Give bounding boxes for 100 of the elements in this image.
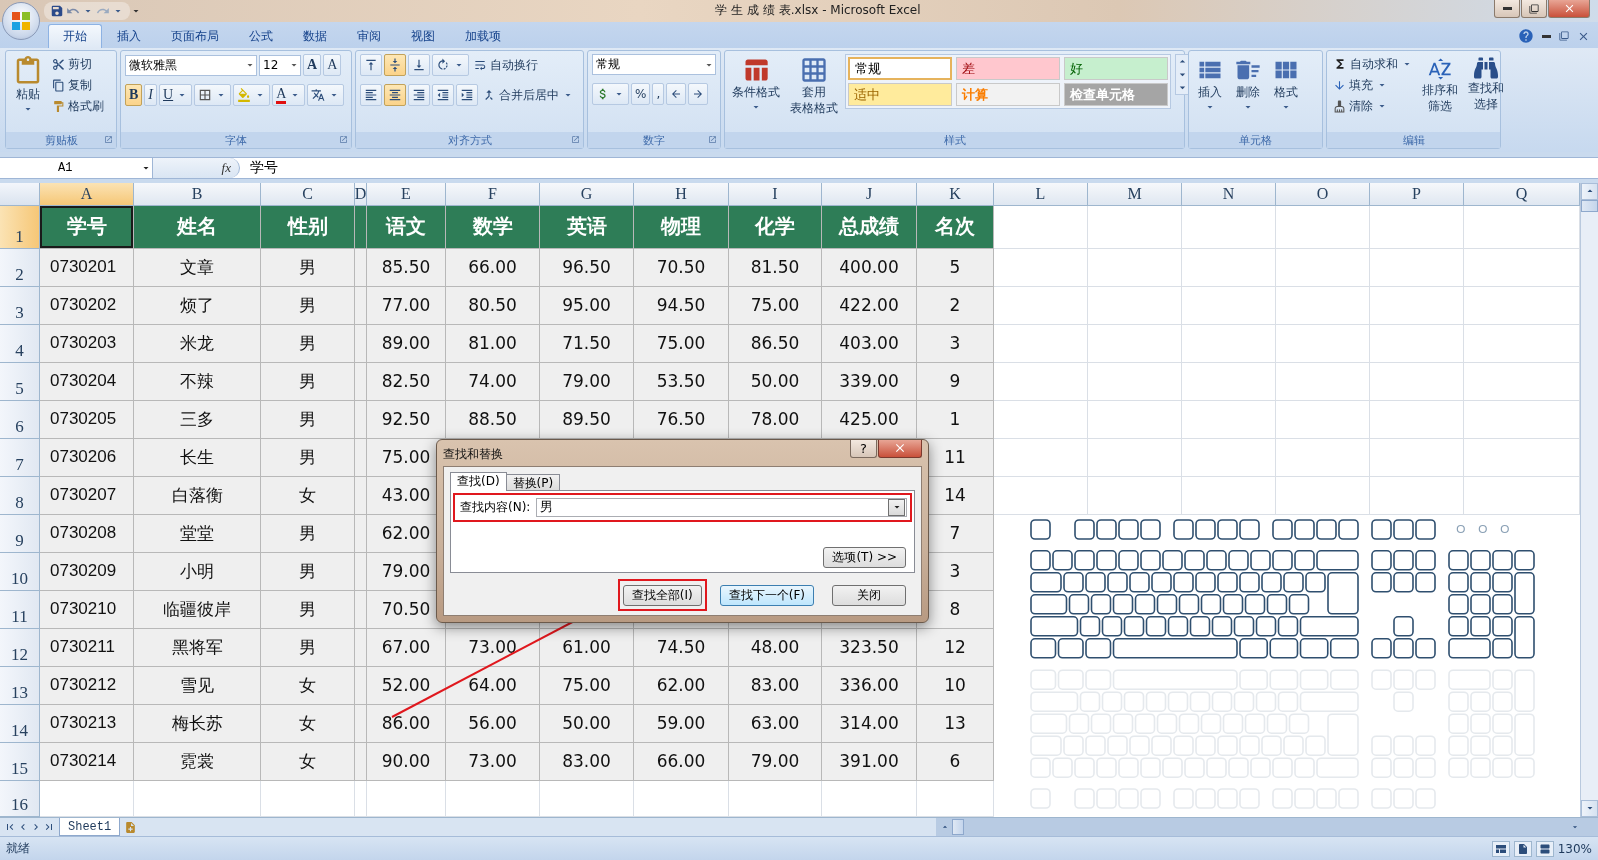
minimize-button[interactable] [1494,0,1520,18]
column-header[interactable]: B [134,182,261,206]
column-header[interactable]: J [822,182,917,206]
row-header[interactable]: 7 [0,438,40,477]
ribbon-tab[interactable]: 公式 [234,24,288,49]
font-color-button[interactable]: A [272,84,306,107]
column-header[interactable]: O [1276,182,1370,206]
row-header[interactable]: 3 [0,286,40,325]
font-name-field[interactable]: 微软雅黑 [125,54,257,76]
orientation-button[interactable] [432,54,469,77]
horizontal-align-button[interactable] [408,84,430,107]
row-header[interactable]: 6 [0,400,40,439]
find-select-button[interactable]: 查找和 选择 [1465,54,1507,115]
column-header[interactable]: E [367,182,446,206]
zoom-level[interactable]: 130% [1557,841,1592,856]
increase-decimal-button[interactable] [666,83,687,106]
scroll-thumb[interactable] [952,818,964,836]
cell-style-option[interactable]: 适中 [848,83,952,107]
fill-color-button[interactable] [233,84,271,107]
horizontal-scrollbar[interactable] [936,817,1598,837]
clear-button[interactable]: 清除 [1331,96,1415,117]
vertical-align-button[interactable] [384,54,406,77]
decrease-indent-button[interactable] [432,84,454,107]
row-header[interactable]: 11 [0,590,40,629]
ribbon-tab[interactable]: 开始 [48,24,102,49]
cut-button[interactable]: 剪切 [50,54,106,75]
accounting-button[interactable] [592,83,629,106]
copy-button[interactable]: 复制 [50,75,106,96]
comma-button[interactable]: , [652,83,665,106]
row-header[interactable]: 5 [0,362,40,401]
sheet-tab[interactable]: Sheet1 [59,817,121,837]
cells-button[interactable]: 删除 [1231,54,1265,116]
ribbon-tab[interactable]: 视图 [396,24,450,49]
column-header[interactable]: Q [1464,182,1580,206]
vertical-align-button[interactable] [408,54,430,77]
decrease-decimal-button[interactable] [688,83,709,106]
horizontal-align-button[interactable] [384,84,406,107]
row-header[interactable]: 10 [0,552,40,591]
column-header[interactable]: G [540,182,634,206]
row-header[interactable]: 15 [0,742,40,781]
grow-font-button[interactable]: A [303,54,322,77]
column-header[interactable]: D [355,182,367,206]
options-button[interactable]: 选项(T) >> [823,546,906,568]
page-layout-button[interactable] [1513,840,1532,857]
ribbon-tab[interactable]: 审阅 [342,24,396,49]
column-header[interactable]: M [1088,182,1182,206]
phonetic-button[interactable] [307,84,345,107]
ribbon-tab[interactable]: 页面布局 [156,24,234,49]
row-header[interactable]: 4 [0,324,40,363]
autosum-button[interactable]: 自动求和 [1331,54,1415,75]
row-header[interactable]: 1 [0,205,40,249]
ribbon-tab[interactable]: 数据 [288,24,342,49]
vertical-align-button[interactable] [360,54,382,77]
row-header[interactable]: 8 [0,476,40,515]
column-header[interactable]: P [1370,182,1464,206]
dialog-tab[interactable]: 替换(P) [505,473,561,491]
dialog-button[interactable]: 关闭 [832,584,906,606]
office-button[interactable] [2,2,40,40]
italic-button[interactable]: I [144,84,157,107]
paste-button[interactable]: 粘贴 [10,54,46,118]
help-button[interactable]: ? [850,439,877,458]
ribbon-tab[interactable]: 插入 [102,24,156,49]
insert-function-button[interactable]: fx [153,158,240,178]
horizontal-align-button[interactable] [360,84,382,107]
number-format-field[interactable]: 常规 [592,54,716,76]
ribbon-tab[interactable]: 加载项 [450,24,516,49]
underline-button[interactable]: U [159,84,193,107]
merge-center-button[interactable]: 合并后居中 [480,85,576,106]
normal-view-button[interactable] [1491,840,1510,857]
select-all-button[interactable] [0,182,40,206]
cell-style-option[interactable]: 差 [956,57,1060,81]
cell-style-option[interactable]: 常规 [848,57,952,81]
row-header[interactable]: 14 [0,704,40,743]
close-button[interactable] [878,439,922,458]
format-painter-button[interactable]: 格式刷 [50,96,106,117]
row-header[interactable]: 13 [0,666,40,705]
cells-button[interactable]: 格式 [1269,54,1303,116]
column-header[interactable]: C [261,182,355,206]
page-break-button[interactable] [1535,840,1554,857]
bold-button[interactable]: B [125,84,143,107]
restore-button[interactable] [1521,0,1547,18]
column-header[interactable]: A [40,182,134,206]
find-field[interactable]: 男 [536,497,907,517]
row-header[interactable]: 12 [0,628,40,667]
column-header[interactable]: K [917,182,994,206]
formula-field[interactable]: 学号 [240,158,1598,178]
column-header[interactable]: F [446,182,540,206]
row-header[interactable]: 9 [0,514,40,553]
sort-filter-button[interactable]: 排序和 筛选 [1419,54,1461,117]
dialog-button[interactable]: 查找下一个(F) [719,584,814,606]
increase-indent-button[interactable] [456,84,478,107]
conditional-format-button[interactable]: 条件格式 [729,54,783,116]
wrap-text-button[interactable]: 自动换行 [471,55,540,76]
column-header[interactable]: L [994,182,1088,206]
cells-button[interactable]: 插入 [1193,54,1227,116]
dialog-button[interactable]: 查找全部(I) [622,584,702,606]
dialog-tab[interactable]: 查找(D) [450,471,507,491]
cell-style-option[interactable]: 好 [1064,57,1168,81]
fill-button[interactable]: 填充 [1331,75,1415,96]
font-size-field[interactable]: 12 [259,54,301,76]
